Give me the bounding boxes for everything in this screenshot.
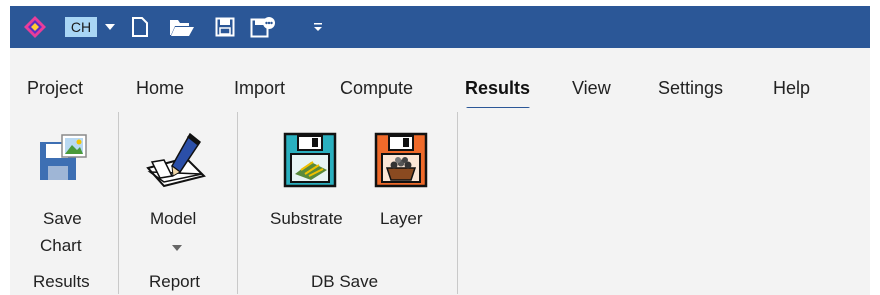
tab-view[interactable]: View <box>572 78 611 99</box>
tab-settings[interactable]: Settings <box>658 78 723 99</box>
group-label-report: Report <box>149 272 201 291</box>
group-label-results: Results <box>33 272 90 291</box>
tab-help[interactable]: Help <box>773 78 810 99</box>
group-separator <box>118 112 119 294</box>
group-label-db-save: DB Save <box>311 272 379 291</box>
floppy-substrate-icon[interactable] <box>283 132 337 193</box>
app-logo-icon[interactable] <box>20 6 50 48</box>
floppy-layer-icon[interactable] <box>374 132 428 193</box>
save-remote-icon[interactable] <box>246 6 280 48</box>
group-separator <box>237 112 238 294</box>
tab-home[interactable]: Home <box>136 78 184 99</box>
open-folder-icon[interactable] <box>166 6 198 48</box>
notepad-pen-icon[interactable] <box>146 132 206 193</box>
save-chart-button-label-line1[interactable]: Save <box>43 209 82 229</box>
tab-results[interactable]: Results <box>465 78 530 99</box>
tab-import[interactable]: Import <box>234 78 285 99</box>
group-separator <box>457 112 458 294</box>
profile-badge[interactable]: CH <box>65 17 97 37</box>
save-chart-icon[interactable] <box>38 134 88 189</box>
dropdown-arrow-icon[interactable] <box>102 6 118 48</box>
model-button-label[interactable]: Model <box>150 209 196 229</box>
customize-toolbar-icon[interactable] <box>308 6 328 48</box>
new-file-icon[interactable] <box>125 6 155 48</box>
save-chart-button-label-line2[interactable]: Chart <box>40 236 82 256</box>
substrate-button-label[interactable]: Substrate <box>270 209 343 229</box>
save-icon[interactable] <box>210 6 240 48</box>
menu-bar: Project Home Import Compute Results View… <box>10 48 870 108</box>
ribbon-panel <box>10 108 870 295</box>
layer-button-label[interactable]: Layer <box>380 209 423 229</box>
model-dropdown-arrow-icon[interactable] <box>172 239 182 257</box>
quick-access-toolbar: CH <box>10 6 870 48</box>
tab-compute[interactable]: Compute <box>340 78 413 99</box>
tab-project[interactable]: Project <box>27 78 83 99</box>
